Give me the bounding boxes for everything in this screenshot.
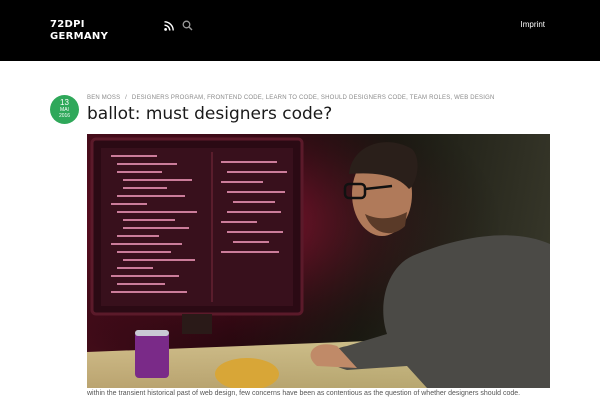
post-author-link[interactable]: BEN MOSS: [87, 95, 120, 101]
post-date-day: 13: [60, 98, 69, 107]
post-meta: BEN MOSS / DESIGNERS PROGRAM, FRONTEND C…: [87, 95, 495, 101]
site-logo[interactable]: 72DPI GERMANY: [50, 19, 108, 43]
post-date-year: 2016: [58, 113, 71, 119]
category-link[interactable]: WEB DESIGN: [454, 95, 494, 101]
category-link[interactable]: LEARN TO CODE: [266, 95, 317, 101]
nav-link-imprint[interactable]: Imprint: [521, 20, 545, 29]
featured-photo-designer-at-monitor: [87, 134, 550, 388]
site-header: 72DPI GERMANY Imprint: [0, 0, 600, 61]
category-link[interactable]: FRONTEND CODE: [207, 95, 262, 101]
brand-line-2: GERMANY: [50, 31, 109, 42]
meta-separator: /: [125, 95, 128, 101]
category-link[interactable]: DESIGNERS PROGRAM: [132, 95, 203, 101]
post-date-badge: 13 MAI 2016: [50, 95, 79, 124]
rss-icon[interactable]: [164, 21, 174, 31]
post-excerpt: within the transient historical past of …: [87, 390, 521, 397]
search-icon[interactable]: [182, 20, 193, 31]
post-featured-image[interactable]: [87, 134, 550, 388]
category-link[interactable]: SHOULD DESIGNERS CODE: [321, 95, 406, 101]
category-link[interactable]: TEAM ROLES: [410, 95, 451, 101]
brand-line-1: 72DPI: [50, 19, 85, 30]
post-title[interactable]: ballot: must designers code?: [87, 104, 332, 124]
